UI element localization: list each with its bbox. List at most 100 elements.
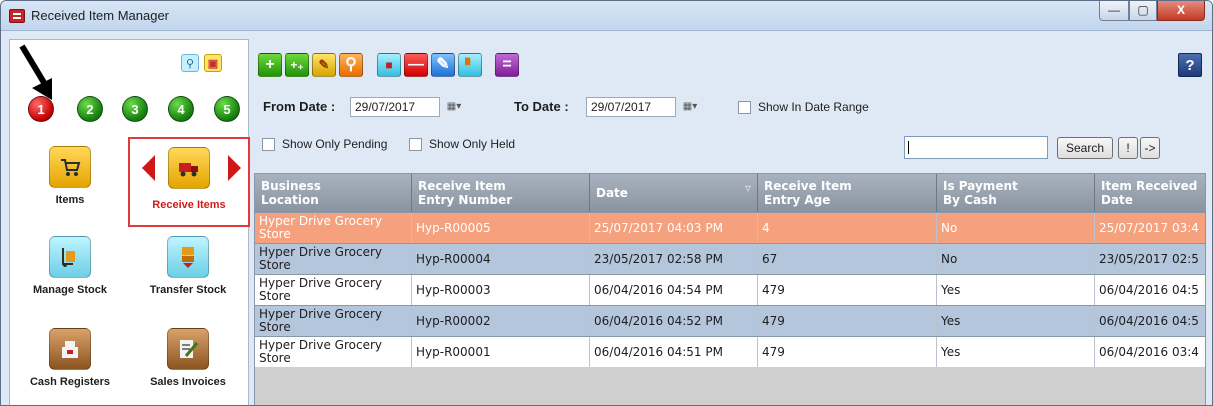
- tile-items[interactable]: Items: [10, 146, 130, 206]
- table-cell-entry: Hyp-R00004: [412, 244, 590, 274]
- to-date-label: To Date :: [514, 99, 569, 114]
- main-panel: + +₊ ✎ ⚲ ■ — ✎ ▘ = ? From Date : 29/07/2…: [254, 39, 1206, 405]
- from-date-field[interactable]: 29/07/2017: [350, 97, 440, 117]
- to-date-field[interactable]: 29/07/2017: [586, 97, 676, 117]
- table-cell-age: 479: [758, 275, 937, 305]
- table-cell-date: 06/04/2016 04:54 PM: [590, 275, 758, 305]
- table-cell-received: 06/04/2016 04:5: [1095, 306, 1205, 336]
- tile-cash-registers-label: Cash Registers: [29, 376, 111, 388]
- column-header[interactable]: Business Location: [255, 174, 412, 212]
- factory-icon[interactable]: ▘: [458, 53, 482, 77]
- arrow-button[interactable]: ->: [1140, 137, 1160, 159]
- hand-truck-icon: [49, 236, 91, 278]
- tile-manage-stock[interactable]: Manage Stock: [10, 236, 130, 296]
- column-header-line2: Entry Age: [764, 193, 831, 207]
- edit-list-icon[interactable]: ✎: [312, 53, 336, 77]
- column-header-label: Date: [596, 186, 628, 200]
- tile-receive-items-label: Receive Items: [152, 199, 226, 211]
- exclaim-button[interactable]: !: [1118, 137, 1138, 159]
- search-button[interactable]: Search: [1057, 137, 1113, 159]
- minimize-button[interactable]: —: [1099, 1, 1129, 21]
- column-header-line2: Date: [1101, 193, 1133, 207]
- table-cell-cash: Yes: [937, 306, 1095, 336]
- table-cell-location: Hyper Drive Grocery Store: [255, 337, 412, 367]
- tile-sales-invoices[interactable]: Sales Invoices: [128, 328, 248, 388]
- column-header[interactable]: Item Received Date: [1095, 174, 1205, 212]
- table-cell-entry: Hyp-R00002: [412, 306, 590, 336]
- page-4-button[interactable]: 4: [168, 96, 194, 122]
- column-header-line1: Item Received: [1101, 179, 1198, 193]
- show-held-checkbox[interactable]: [409, 138, 422, 151]
- add-multiple-icon[interactable]: +₊: [285, 53, 309, 77]
- truck-icon[interactable]: ■: [377, 53, 401, 77]
- page-2-button[interactable]: 2: [77, 96, 103, 122]
- show-pending-label: Show Only Pending: [282, 137, 388, 151]
- column-header[interactable]: Receive Item Entry Number: [412, 174, 590, 212]
- column-header-line1: Business: [261, 179, 321, 193]
- show-pending-checkbox[interactable]: [262, 138, 275, 151]
- pointer-arrow-icon: [19, 44, 52, 100]
- tile-transfer-stock-label: Transfer Stock: [149, 284, 227, 296]
- column-header-line1: Receive Item: [418, 179, 506, 193]
- table-row[interactable]: Hyper Drive Grocery Store Hyp-R00005 25/07…: [255, 212, 1205, 243]
- table-cell-cash: No: [937, 244, 1095, 274]
- add-icon[interactable]: +: [258, 53, 282, 77]
- table-cell-entry: Hyp-R00005: [412, 213, 590, 243]
- title-bar: Received Item Manager — ▢ X: [1, 1, 1212, 31]
- sort-arrow-icon: ▿: [744, 181, 751, 195]
- windows-icon[interactable]: ▣: [204, 54, 222, 72]
- table-cell-age: 479: [758, 337, 937, 367]
- page-1-button[interactable]: 1: [28, 96, 54, 122]
- tile-cash-registers[interactable]: Cash Registers: [10, 328, 130, 388]
- invoice-pen-icon: [167, 328, 209, 370]
- tile-receive-items[interactable]: Receive Items: [128, 137, 250, 227]
- table-cell-date: 06/04/2016 04:51 PM: [590, 337, 758, 367]
- search-icon[interactable]: ⚲: [181, 54, 199, 72]
- calendar-dropdown-icon[interactable]: ▦▾: [440, 98, 468, 116]
- pencil-icon[interactable]: ✎: [431, 53, 455, 77]
- table-cell-location: Hyper Drive Grocery Store: [255, 244, 412, 274]
- show-in-range-checkbox[interactable]: [738, 101, 751, 114]
- table-cell-date: 25/07/2017 04:03 PM: [590, 213, 758, 243]
- table-cell-age: 479: [758, 306, 937, 336]
- table-cell-received: 06/04/2016 04:5: [1095, 275, 1205, 305]
- column-header-line2: Entry Number: [418, 193, 513, 207]
- close-button[interactable]: X: [1157, 1, 1205, 21]
- app-cart-icon: [9, 9, 25, 23]
- column-header[interactable]: Is Payment By Cash: [937, 174, 1095, 212]
- table-row[interactable]: Hyper Drive Grocery Store Hyp-R00001 06/04…: [255, 336, 1205, 367]
- column-header-line1: Is Payment: [943, 179, 1018, 193]
- help-button[interactable]: ?: [1178, 53, 1202, 77]
- table-cell-date: 23/05/2017 02:58 PM: [590, 244, 758, 274]
- page-5-button[interactable]: 5: [214, 96, 240, 122]
- table-cell-location: Hyper Drive Grocery Store: [255, 213, 412, 243]
- table-cell-location: Hyper Drive Grocery Store: [255, 306, 412, 336]
- table-cell-received: 06/04/2016 03:4: [1095, 337, 1205, 367]
- box-transfer-icon: [167, 236, 209, 278]
- table-cell-age: 4: [758, 213, 937, 243]
- page-3-button[interactable]: 3: [122, 96, 148, 122]
- grid-header: Business Location Receive Item Entry Number…: [255, 174, 1205, 212]
- cash-register-icon: [49, 328, 91, 370]
- tile-transfer-stock[interactable]: Transfer Stock: [128, 236, 248, 296]
- sidebar: ⚲ ▣ 1 2 3 4 5 Items Receive Items Manage…: [9, 39, 250, 405]
- column-header[interactable]: Receive Item Entry Age: [758, 174, 937, 212]
- maximize-button[interactable]: ▢: [1129, 1, 1157, 21]
- table-cell-age: 67: [758, 244, 937, 274]
- delete-icon[interactable]: —: [404, 53, 428, 77]
- table-row[interactable]: Hyper Drive Grocery Store Hyp-R00004 23/05…: [255, 243, 1205, 274]
- table-cell-entry: Hyp-R00001: [412, 337, 590, 367]
- search-input[interactable]: [904, 136, 1048, 159]
- calendar-dropdown-icon[interactable]: ▦▾: [676, 98, 704, 116]
- column-header-line2: By Cash: [943, 193, 997, 207]
- app-window: Received Item Manager — ▢ X ⚲ ▣ 1 2 3 4 …: [0, 0, 1213, 406]
- column-header-line2: Location: [261, 193, 319, 207]
- show-held-label: Show Only Held: [429, 137, 516, 151]
- equals-icon[interactable]: =: [495, 53, 519, 77]
- view-search-icon[interactable]: ⚲: [339, 53, 363, 77]
- column-header[interactable]: Date ▿: [590, 174, 758, 212]
- table-row[interactable]: Hyper Drive Grocery Store Hyp-R00003 06/04…: [255, 274, 1205, 305]
- table-cell-cash: Yes: [937, 337, 1095, 367]
- table-row[interactable]: Hyper Drive Grocery Store Hyp-R00002 06/04…: [255, 305, 1205, 336]
- shopping-cart-icon: [49, 146, 91, 188]
